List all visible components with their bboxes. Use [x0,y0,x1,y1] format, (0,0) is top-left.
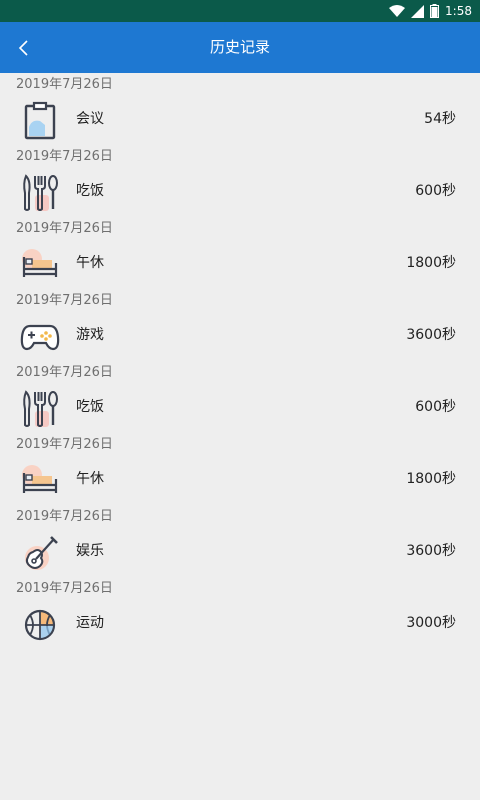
record-duration: 54秒 [424,111,456,127]
app-bar: 历史记录 [0,22,480,73]
record-date: 2019年7月26日 [16,365,113,380]
record-date: 2019年7月26日 [16,437,113,452]
status-time: 1:58 [445,4,472,18]
clipboard-icon [20,101,60,141]
history-group: 2019年7月26日 吃饭 600秒 [0,361,480,433]
wifi-icon [389,5,406,17]
history-record[interactable]: 午休 1800秒 [0,239,480,289]
history-list: 2019年7月26日 会议 54秒 2019年7月26日 吃饭 600秒 201… [0,73,480,649]
history-group: 2019年7月26日 吃饭 600秒 [0,145,480,217]
history-group: 2019年7月26日 运动 3000秒 [0,577,480,649]
basketball-icon [20,605,60,645]
record-duration: 600秒 [415,399,456,415]
history-record[interactable]: 吃饭 600秒 [0,167,480,217]
record-duration: 3000秒 [406,615,456,631]
bed-icon [20,461,60,501]
record-date: 2019年7月26日 [16,293,113,308]
chevron-left-icon [17,40,31,56]
record-duration: 1800秒 [406,471,456,487]
record-name: 运动 [76,615,104,631]
record-date: 2019年7月26日 [16,221,113,236]
record-name: 娱乐 [76,543,104,559]
utensils-icon [20,173,60,213]
back-button[interactable] [8,30,40,66]
record-name: 午休 [76,471,104,487]
history-record[interactable]: 会议 54秒 [0,95,480,145]
history-group: 2019年7月26日 娱乐 3600秒 [0,505,480,577]
bed-icon [20,245,60,285]
record-name: 午休 [76,255,104,271]
history-group: 2019年7月26日 午休 1800秒 [0,217,480,289]
history-record[interactable]: 运动 3000秒 [0,599,480,649]
signal-icon [411,4,425,18]
history-group: 2019年7月26日 会议 54秒 [0,73,480,145]
record-date: 2019年7月26日 [16,149,113,164]
history-record[interactable]: 午休 1800秒 [0,455,480,505]
record-name: 吃饭 [76,399,104,415]
record-date: 2019年7月26日 [16,77,113,92]
status-bar: 1:58 [0,0,480,22]
gamepad-icon [20,317,60,357]
record-name: 会议 [76,111,104,127]
record-date: 2019年7月26日 [16,581,113,596]
guitar-icon [20,533,60,573]
history-group: 2019年7月26日 午休 1800秒 [0,433,480,505]
record-duration: 3600秒 [406,327,456,343]
history-group: 2019年7月26日 游戏 3600秒 [0,289,480,361]
history-record[interactable]: 游戏 3600秒 [0,311,480,361]
record-duration: 1800秒 [406,255,456,271]
battery-icon [430,4,440,18]
page-title: 历史记录 [209,38,270,56]
record-date: 2019年7月26日 [16,509,113,524]
record-duration: 600秒 [415,183,456,199]
utensils-icon [20,389,60,429]
record-name: 游戏 [76,327,104,343]
history-record[interactable]: 娱乐 3600秒 [0,527,480,577]
history-record[interactable]: 吃饭 600秒 [0,383,480,433]
record-name: 吃饭 [76,183,104,199]
status-icons: 1:58 [389,3,472,19]
record-duration: 3600秒 [406,543,456,559]
